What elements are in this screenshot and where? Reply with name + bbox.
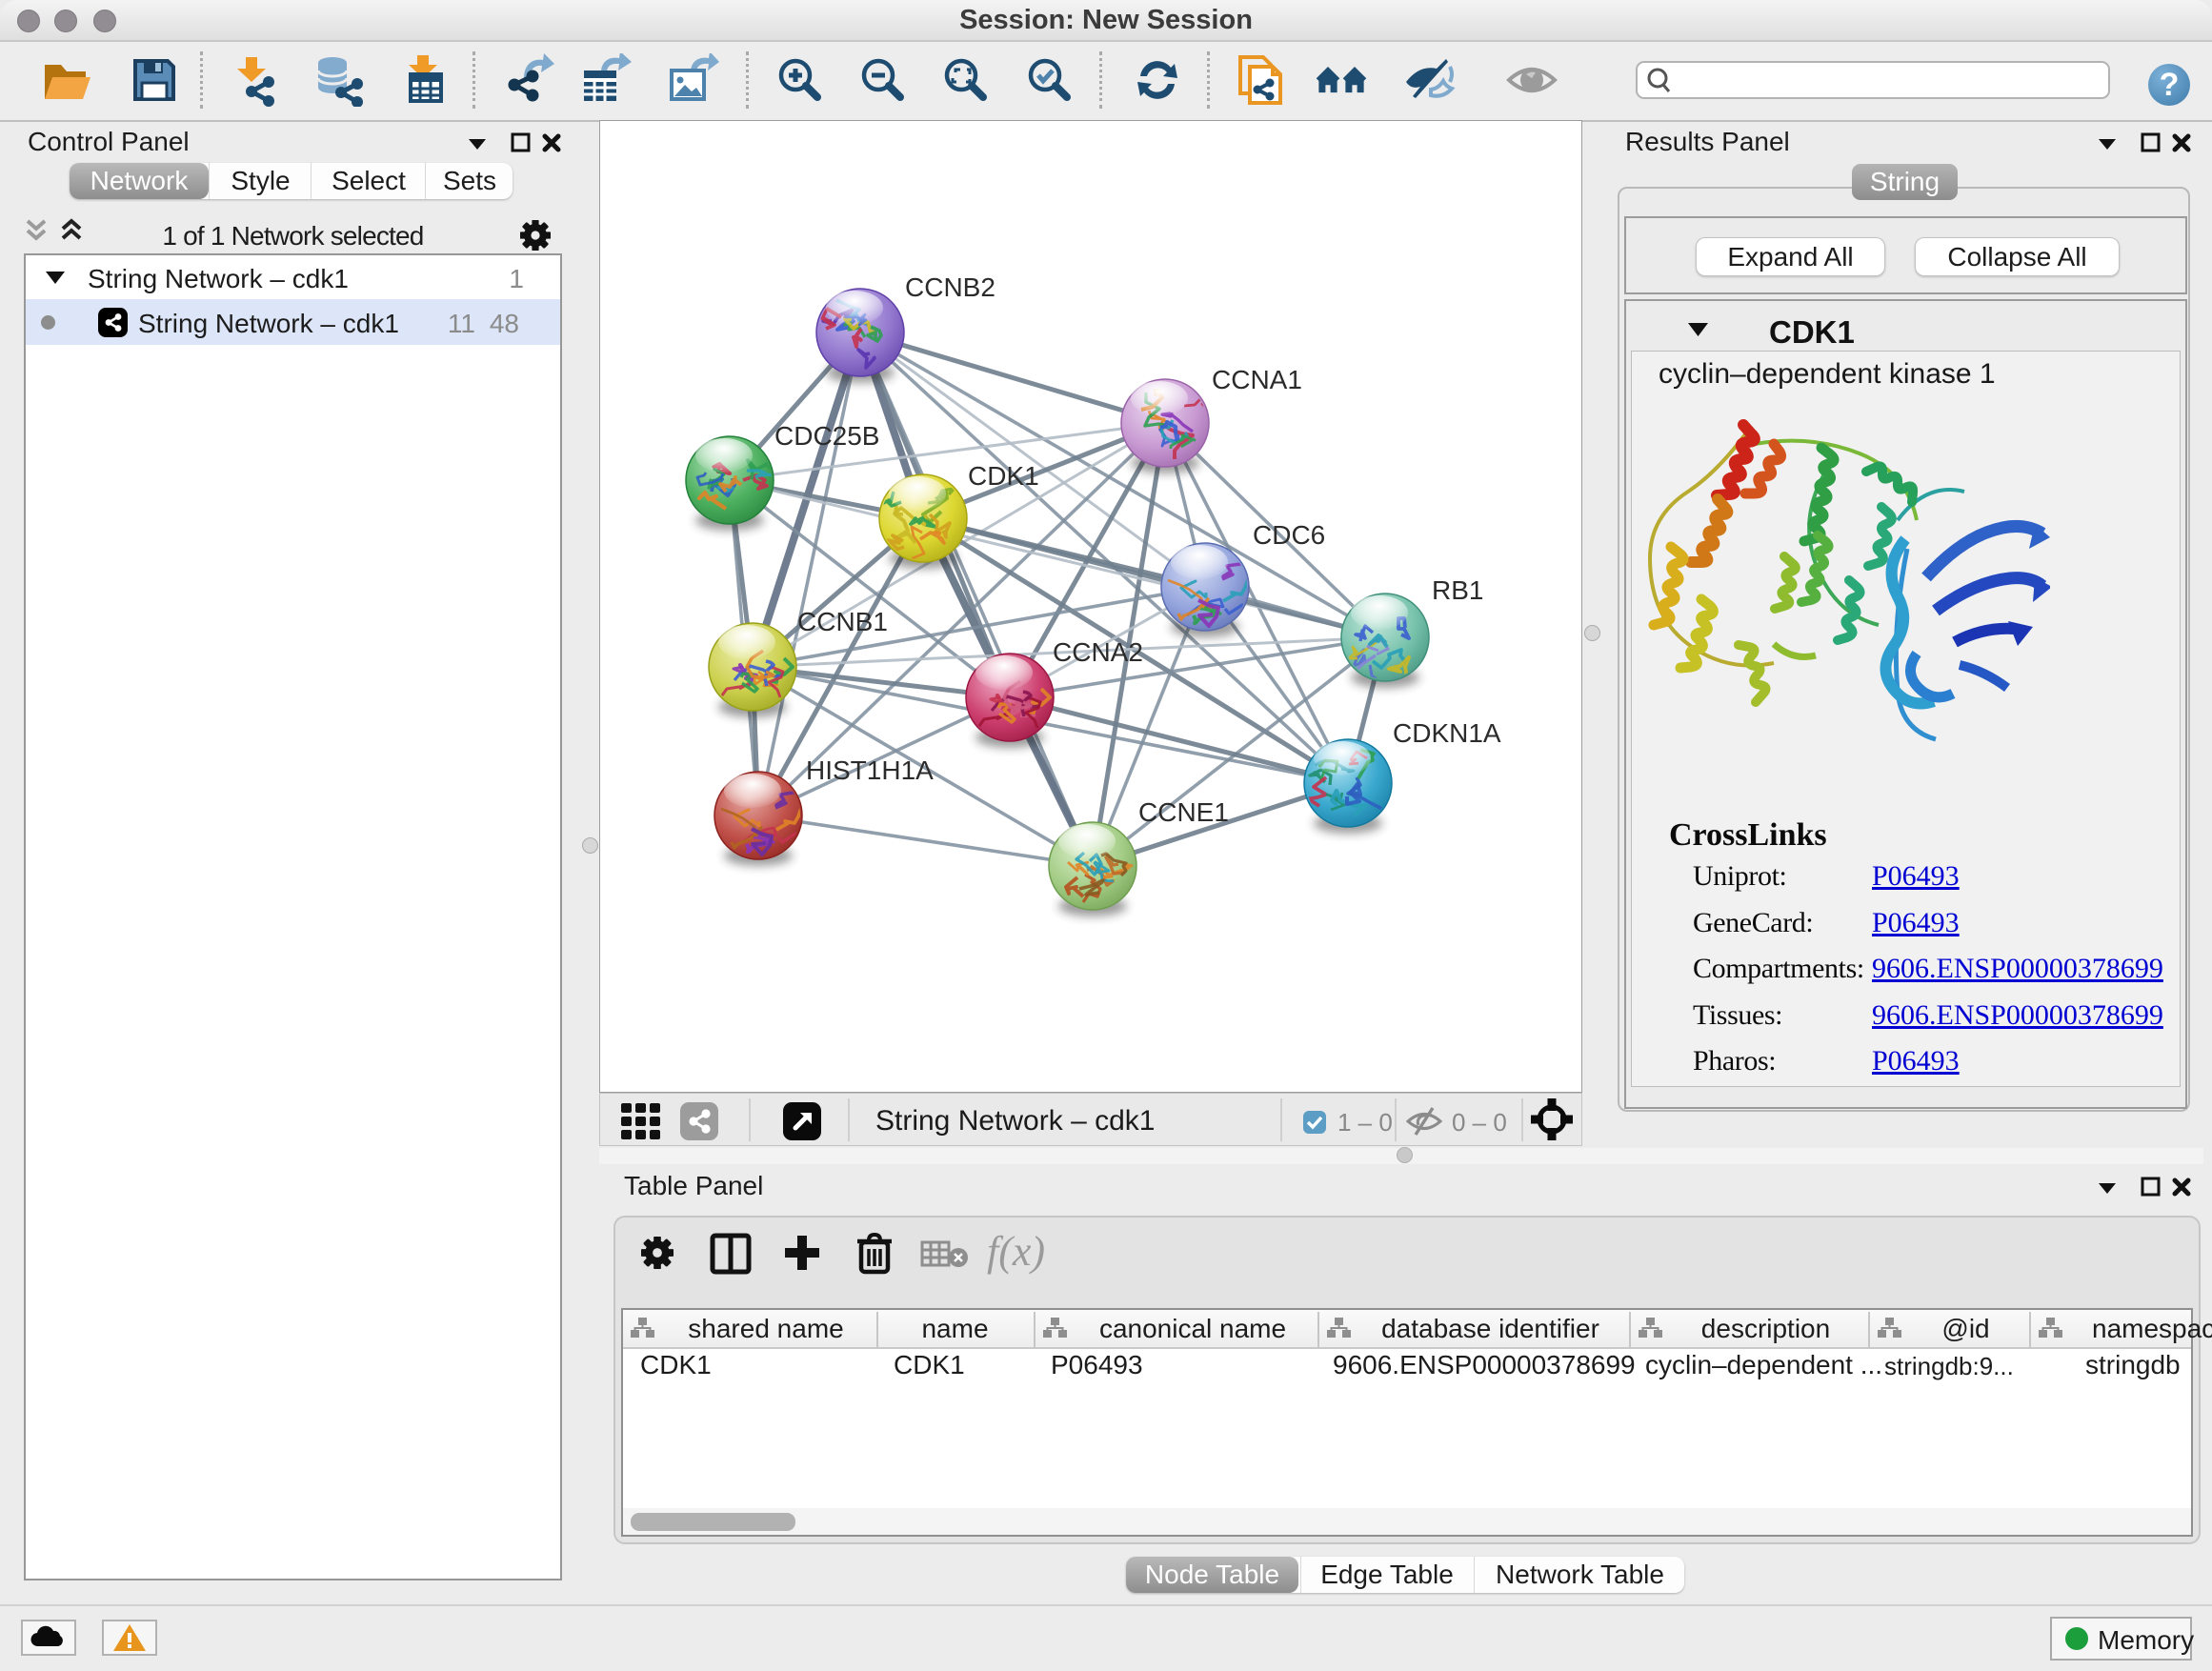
svg-text:CCNA1: CCNA1 bbox=[1212, 365, 1302, 394]
svg-text:CCNA2: CCNA2 bbox=[1053, 637, 1143, 667]
svg-text:CCNE1: CCNE1 bbox=[1138, 797, 1229, 827]
svg-text:CDC6: CDC6 bbox=[1253, 520, 1325, 550]
svg-text:RB1: RB1 bbox=[1432, 575, 1483, 605]
svg-text:CDC25B: CDC25B bbox=[774, 421, 879, 451]
svg-text:CDK1: CDK1 bbox=[968, 461, 1039, 491]
svg-text:CDKN1A: CDKN1A bbox=[1393, 718, 1501, 748]
svg-text:CCNB1: CCNB1 bbox=[797, 607, 888, 636]
svg-text:CCNB2: CCNB2 bbox=[905, 272, 995, 302]
svg-text:HIST1H1A: HIST1H1A bbox=[806, 755, 934, 785]
